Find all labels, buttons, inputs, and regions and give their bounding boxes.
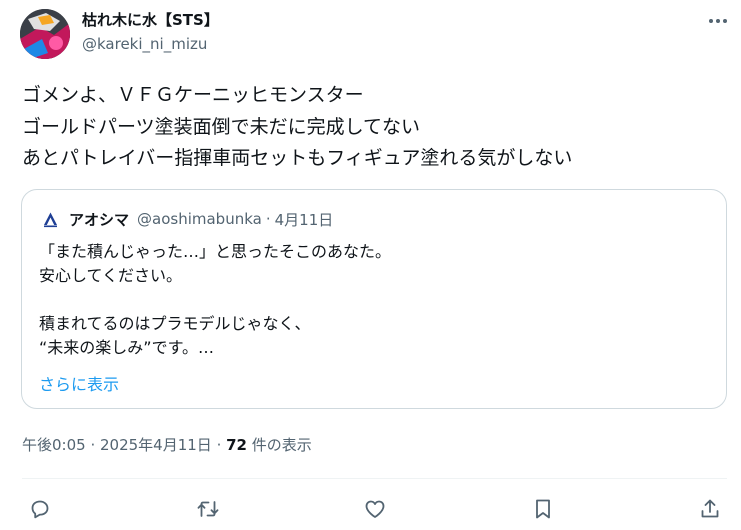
quoted-tweet[interactable]: アオシマ @aoshimabunka · 4月11日 「また積んじゃった…」と思… (21, 189, 727, 409)
quoted-text-line: 積まれてるのはプラモデルじゃなく、 (39, 314, 311, 333)
author-display-name[interactable]: 枯れ木に水【STS】 (82, 10, 219, 30)
action-bar (0, 494, 741, 524)
quoted-date[interactable]: 4月11日 (275, 209, 334, 230)
quoted-text-line: 安心してください。 (39, 266, 183, 285)
quoted-text-line (39, 288, 391, 312)
more-options-button[interactable] (707, 10, 729, 32)
share-icon (701, 499, 719, 518)
more-horizontal-icon (709, 19, 727, 23)
quoted-tweet-text: 「また積んじゃった…」と思ったそこのあなた。 安心してください。 積まれてるのは… (39, 240, 391, 360)
quoted-author-avatar-icon (42, 210, 59, 228)
bookmark-button[interactable] (528, 494, 558, 524)
quoted-separator: · (265, 210, 271, 228)
meta-separator: · (211, 436, 227, 454)
divider (22, 478, 727, 479)
bookmark-icon (536, 499, 550, 519)
tweet-date[interactable]: 2025年4月11日 (100, 436, 212, 454)
show-more-link[interactable]: さらに表示 (39, 371, 119, 395)
author-block: 枯れ木に水【STS】 @kareki_ni_mizu (82, 10, 219, 54)
tweet-time[interactable]: 午後0:05 (22, 436, 86, 454)
tweet: 枯れ木に水【STS】 @kareki_ni_mizu ゴメンよ、ＶＦＧケーニッヒ… (0, 0, 741, 530)
meta-separator: · (85, 436, 100, 454)
quoted-tweet-header: アオシマ @aoshimabunka · 4月11日 (42, 208, 333, 230)
retweet-button[interactable] (193, 494, 223, 524)
reply-icon (31, 500, 49, 519)
view-count: 72 (226, 436, 247, 454)
reply-button[interactable] (25, 494, 55, 524)
tweet-text-line: ゴールドパーツ塗装面倒で未だに完成してない (22, 115, 421, 138)
tweet-meta: 午後0:05 · 2025年4月11日 · 72 件の表示 (22, 435, 312, 455)
view-count-label: 件の表示 (247, 436, 312, 454)
tweet-text-line: あとパトレイバー指揮車両セットもフィギュア塗れる気がしない (22, 147, 573, 169)
avatar-image (20, 9, 70, 59)
author-handle[interactable]: @kareki_ni_mizu (82, 34, 219, 54)
heart-icon (365, 500, 385, 518)
quoted-text-line: “未来の楽しみ”です。… (39, 338, 214, 357)
tweet-text: ゴメンよ、ＶＦＧケーニッヒモンスター ゴールドパーツ塗装面倒で未だに完成してない… (22, 80, 722, 175)
avatar[interactable] (20, 9, 70, 59)
share-button[interactable] (695, 494, 725, 524)
quoted-author-handle[interactable]: @aoshimabunka (137, 210, 262, 228)
tweet-text-line: ゴメンよ、ＶＦＧケーニッヒモンスター (22, 84, 364, 106)
like-button[interactable] (360, 494, 390, 524)
retweet-icon (197, 501, 219, 517)
quoted-author-name[interactable]: アオシマ (69, 209, 129, 230)
quoted-text-line: 「また積んじゃった…」と思ったそこのあなた。 (39, 242, 392, 261)
